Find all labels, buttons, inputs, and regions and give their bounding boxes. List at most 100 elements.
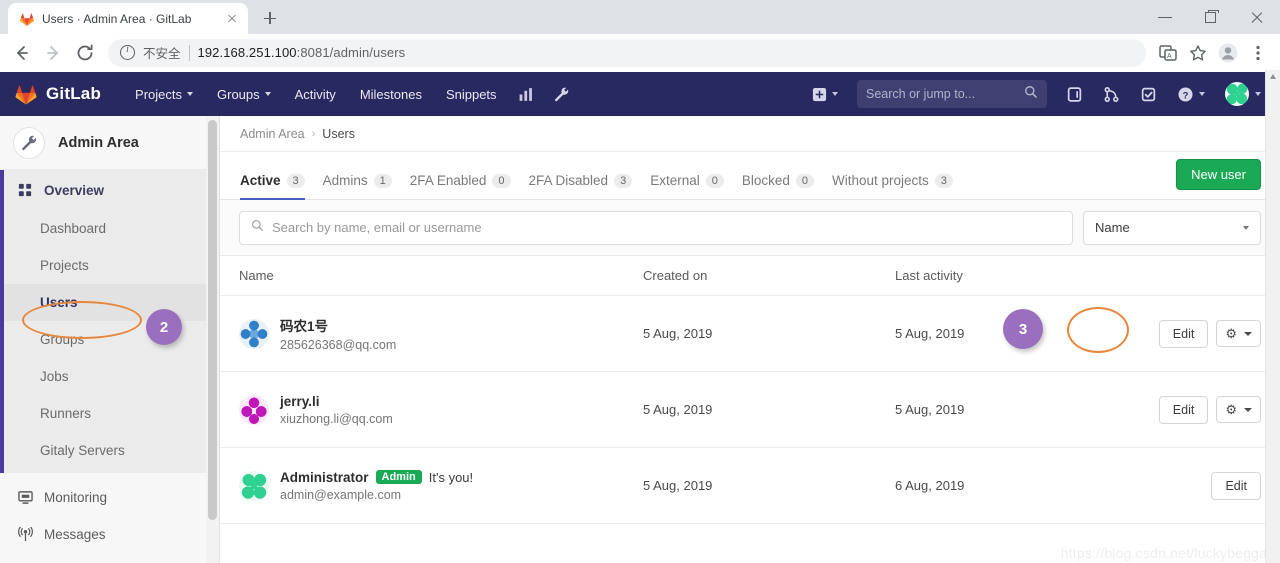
nav-link-activity[interactable]: Activity [283, 72, 348, 116]
three-dot-menu-icon[interactable] [1244, 39, 1272, 67]
nav-link-activity-label: Activity [294, 86, 336, 102]
annotation-marker-3: 3 [1003, 309, 1043, 349]
tab-2fa-enabled-label: 2FA Enabled [409, 173, 487, 188]
address-bar[interactable]: 不安全 192.168.251.100:8081/admin/users [108, 38, 1146, 67]
tab-active-label: Active [240, 173, 281, 188]
tab-external-label: External [650, 173, 700, 188]
new-tab-button[interactable] [256, 4, 284, 32]
user-name[interactable]: jerry.li [280, 394, 393, 409]
tab-blocked[interactable]: Blocked 0 [742, 173, 827, 199]
sidebar-scrollbar-track[interactable] [206, 116, 219, 563]
sidebar-item-gitaly-servers[interactable]: Gitaly Servers [0, 432, 219, 469]
scroll-up-arrow-icon[interactable] [1270, 74, 1276, 79]
tab-2fa-disabled[interactable]: 2FA Disabled 3 [529, 173, 646, 199]
user-search-placeholder: Search by name, email or username [272, 220, 482, 235]
minimize-window-button[interactable] [1142, 0, 1188, 34]
user-email: xiuzhong.li@qq.com [280, 411, 393, 426]
user-created-on: 5 Aug, 2019 [643, 478, 713, 493]
search-input[interactable]: Search or jump to... [857, 80, 1047, 108]
new-user-button[interactable]: New user [1176, 159, 1261, 190]
user-actions-dropdown-row-1[interactable]: ⚙ [1216, 320, 1261, 347]
forward-arrow-icon[interactable] [38, 38, 68, 68]
analytics-icon[interactable] [509, 72, 544, 116]
profile-avatar-icon[interactable] [1214, 39, 1242, 67]
page-scrollbar[interactable] [1265, 70, 1280, 563]
sidebar-item-users[interactable]: Users [0, 284, 219, 321]
gitlab-logo[interactable]: GitLab [14, 82, 101, 106]
tab-active[interactable]: Active 3 [240, 173, 318, 200]
site-info-icon[interactable] [120, 44, 135, 60]
user-name[interactable]: 码农1号 [280, 315, 396, 335]
user-search-input[interactable]: Search by name, email or username [239, 210, 1073, 245]
breadcrumb-root[interactable]: Admin Area [240, 127, 305, 141]
sidebar-item-runners-label: Runners [40, 406, 92, 421]
user-last-activity: 5 Aug, 2019 [895, 402, 965, 417]
sidebar-item-projects[interactable]: Projects [0, 247, 219, 284]
chevron-down-icon [1244, 331, 1252, 336]
table-row: 码农1号 285626368@qq.com 5 Aug, 2019 5 Aug,… [220, 296, 1280, 372]
todos-icon[interactable] [1131, 72, 1166, 116]
star-icon[interactable] [1184, 39, 1212, 67]
tab-2fa-enabled[interactable]: 2FA Enabled 0 [410, 173, 524, 199]
user-menu[interactable] [1216, 72, 1270, 116]
sidebar-item-groups[interactable]: Groups [0, 321, 219, 358]
avatar [1225, 82, 1249, 106]
sidebar-item-users-label: Users [40, 295, 78, 310]
url-path: :8081/admin/users [296, 45, 406, 60]
edit-user-button-row-2[interactable]: Edit [1158, 395, 1209, 424]
page-body: Admin Area Overview Dashboard Projects U… [0, 116, 1280, 563]
tab-without-projects-label: Without projects [832, 173, 929, 188]
nav-link-projects[interactable]: Projects [123, 72, 205, 116]
sidebar-item-overview[interactable]: Overview [0, 170, 219, 210]
nav-link-snippets[interactable]: Snippets [434, 72, 509, 116]
row-actions: Edit ⚙ [1158, 395, 1261, 424]
user-actions-dropdown-row-2[interactable]: ⚙ [1216, 396, 1261, 423]
sidebar-header[interactable]: Admin Area [0, 116, 219, 170]
tab-without-projects[interactable]: Without projects 3 [832, 173, 966, 199]
tab-external-count: 0 [705, 173, 724, 188]
admin-area-wrench-icon[interactable] [544, 72, 579, 116]
sidebar-item-messages-label: Messages [44, 527, 106, 542]
sidebar-item-runners[interactable]: Runners [0, 395, 219, 432]
user-last-activity: 6 Aug, 2019 [895, 478, 965, 493]
edit-user-button-row-1[interactable]: Edit [1158, 319, 1209, 348]
back-arrow-icon[interactable] [6, 38, 36, 68]
sidebar-scrollbar-thumb[interactable] [208, 120, 217, 520]
tab-blocked-label: Blocked [741, 173, 790, 188]
nav-link-groups-label: Groups [217, 86, 260, 102]
merge-requests-icon[interactable] [1094, 72, 1129, 116]
gitlab-nav-links: Projects Groups Activity Milestones Snip… [123, 72, 579, 116]
sidebar-item-monitoring[interactable]: Monitoring [0, 479, 219, 516]
sort-dropdown[interactable]: Name [1083, 210, 1261, 245]
user-name-text: Administrator [280, 469, 369, 485]
column-header-created-on: Created on [643, 268, 708, 283]
edit-user-button-row-3[interactable]: Edit [1211, 471, 1261, 500]
new-item-plus-icon[interactable] [803, 72, 847, 116]
close-window-button[interactable] [1234, 0, 1280, 34]
tab-external[interactable]: External 0 [650, 173, 737, 199]
gear-icon: ⚙ [1225, 402, 1237, 417]
nav-link-groups[interactable]: Groups [205, 72, 283, 116]
browser-tab[interactable]: Users · Admin Area · GitLab [8, 3, 248, 34]
tab-admins[interactable]: Admins 1 [323, 173, 405, 199]
gitlab-navbar-right: Search or jump to... ? [803, 72, 1280, 116]
reload-icon[interactable] [70, 38, 100, 68]
gitlab-brand-text: GitLab [46, 84, 102, 103]
nav-link-milestones[interactable]: Milestones [348, 72, 434, 116]
sidebar-item-jobs[interactable]: Jobs [0, 358, 219, 395]
column-header-name: Name [239, 268, 274, 283]
row-actions: Edit ⚙ [1158, 319, 1261, 348]
help-icon[interactable]: ? [1168, 72, 1214, 116]
sidebar-item-messages[interactable]: Messages [0, 516, 219, 553]
chevron-down-icon [264, 92, 271, 96]
user-name[interactable]: Administrator Admin It's you! [280, 470, 473, 485]
translate-icon[interactable]: A [1154, 39, 1182, 67]
avatar [239, 394, 269, 425]
issues-icon[interactable] [1057, 72, 1092, 116]
sidebar-item-dashboard[interactable]: Dashboard [0, 210, 219, 247]
user-identity: Administrator Admin It's you! admin@exam… [239, 470, 643, 502]
maximize-window-button[interactable] [1188, 0, 1234, 34]
close-tab-icon[interactable] [224, 11, 240, 27]
sidebar-item-groups-label: Groups [40, 332, 85, 347]
sidebar-item-overview-label: Overview [44, 182, 105, 198]
